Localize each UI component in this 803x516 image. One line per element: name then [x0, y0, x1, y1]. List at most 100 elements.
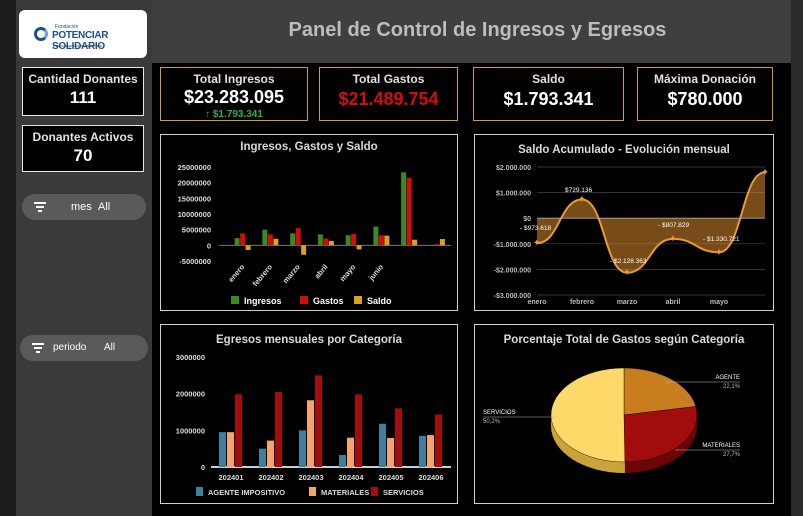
- kpi-maxdon-label: Máxima Donación: [653, 72, 757, 86]
- bar-materiales: [347, 437, 354, 467]
- bar-materiales: [227, 432, 234, 467]
- data-label: - $2.128.363: [610, 258, 647, 265]
- legend-swatch: [196, 487, 203, 496]
- slicer-mes[interactable]: mes All: [22, 194, 146, 220]
- slice-name-label: MATERIALES: [702, 443, 740, 449]
- kpi-gastos-label: Total Gastos: [352, 72, 425, 86]
- logo-icon: [34, 27, 48, 41]
- x-tick-label: junio: [366, 262, 385, 283]
- legend-swatch: [309, 487, 316, 496]
- x-tick-label: mayo: [710, 299, 728, 306]
- x-tick-label: enero: [527, 299, 546, 306]
- y-tick-label: 10000000: [178, 210, 211, 219]
- kpi-total-gastos: Total Gastos $21.489.754: [319, 67, 458, 121]
- x-tick-label: abril: [313, 263, 330, 281]
- chart3-svg: 3000000 2000000 1000000 0 202401 202402 202403…: [176, 353, 451, 497]
- legend-label: Ingresos: [244, 296, 282, 306]
- bar-saldo: [301, 245, 307, 255]
- slicer-mes-value: All: [98, 201, 111, 213]
- y-tick-label: 25000000: [178, 163, 211, 172]
- bar-gastos: [378, 235, 384, 246]
- legend-swatch-saldo: [354, 296, 362, 304]
- y-tick-label: 3000000: [176, 353, 205, 362]
- data-label: $729.136: [565, 187, 592, 194]
- bar-servicios: [355, 394, 362, 467]
- data-label: - $807.829: [658, 222, 689, 229]
- star-marker: ✦: [623, 268, 631, 279]
- logo: Fundación POTENCIAR SOLIDARIO Dar lo sup…: [19, 10, 147, 58]
- bar-ingresos: [262, 229, 268, 246]
- bar-agente-impositivo: [339, 454, 346, 467]
- cantidad-donantes-value: 111: [69, 88, 97, 107]
- y-tick-label: -$3.000.000: [494, 293, 531, 300]
- chart-egresos-categoria: Egresos mensuales por Categoría 3000000 2…: [160, 324, 458, 504]
- x-tick-label: 202403: [298, 473, 323, 482]
- donantes-activos-label: Donantes Activos: [32, 130, 134, 144]
- y-tick-label: 1000000: [176, 426, 205, 435]
- donantes-activos-value: 70: [73, 146, 93, 165]
- chart1-svg: 25000000 20000000 15000000 10000000 5000000 0…: [178, 163, 451, 306]
- bar-ingresos: [401, 172, 407, 246]
- x-tick-label: febrero: [570, 299, 594, 306]
- star-marker: ✦: [669, 234, 677, 245]
- right-strip: [791, 0, 803, 516]
- bar-agente-impositivo: [379, 423, 386, 467]
- x-tick-label: 202404: [338, 473, 364, 482]
- star-marker: ✦: [761, 167, 769, 178]
- bar-saldo: [273, 238, 279, 246]
- slice-pct-label: 22,1%: [723, 384, 741, 390]
- legend-swatch-ingresos: [231, 296, 239, 304]
- bar-gastos: [295, 228, 301, 246]
- y-tick-label: -$2.000.000: [494, 267, 531, 274]
- bar-gastos: [351, 234, 357, 246]
- bar-agente-impositivo: [419, 435, 426, 467]
- slice-pct-label: 27,7%: [723, 452, 741, 458]
- cantidad-donantes-card: Cantidad Donantes 111: [22, 67, 144, 116]
- filter-icon: [32, 343, 44, 353]
- bar-ingresos: [290, 233, 296, 246]
- star-marker: ✦: [578, 195, 586, 206]
- kpi-maxdon-value: $780.000: [667, 89, 743, 109]
- pie-slice-materiales: [623, 406, 698, 463]
- chart-porcentaje-gastos: Porcentaje Total de Gastos según Categor…: [474, 324, 774, 504]
- y-tick-label: $1.000.000: [496, 191, 531, 198]
- bar-servicios: [315, 375, 322, 467]
- kpi-ingresos-delta-value: $1.793.341: [212, 109, 263, 120]
- kpi-saldo-value: $1.793.341: [503, 89, 594, 109]
- bar-ingresos: [345, 235, 351, 246]
- kpi-saldo-label: Saldo: [532, 72, 565, 86]
- chart-saldo-acumulado: Saldo Acumulado - Evolución mensual $2.0…: [474, 134, 774, 311]
- bar-materiales: [267, 440, 274, 467]
- x-tick-label: 202405: [378, 473, 403, 482]
- bar-saldo: [384, 235, 390, 246]
- legend-swatch-gastos: [300, 296, 308, 304]
- x-tick-label: marzo: [617, 299, 638, 306]
- slicer-periodo[interactable]: periodo All: [20, 335, 148, 361]
- data-label: - $973.618: [520, 225, 551, 232]
- bar-materiales: [387, 438, 394, 467]
- bar-servicios: [395, 408, 402, 467]
- bar-gastos: [323, 238, 329, 246]
- bar-agente-impositivo: [219, 432, 226, 467]
- donantes-activos-card: Donantes Activos 70: [22, 125, 144, 172]
- chart4-svg: AGENTE 22,1% MATERIALES 27,7% SERVICIOS 50,2%: [483, 367, 741, 473]
- y-tick-label: -$1.000.000: [494, 242, 531, 249]
- bar-saldo: [245, 245, 251, 251]
- bar-gastos: [434, 244, 440, 246]
- legend-swatch: [371, 487, 378, 496]
- legend-label: MATERIALES: [321, 488, 369, 497]
- logo-main-text: POTENCIAR SOLIDARIO: [52, 30, 109, 52]
- y-tick-label: $2.000.000: [496, 165, 531, 172]
- legend-label: Gastos: [313, 296, 344, 306]
- filter-icon: [34, 202, 46, 212]
- slicer-periodo-value: All: [104, 342, 116, 353]
- page-title: Panel de Control de Ingresos y Egresos: [288, 19, 667, 41]
- bar-servicios: [435, 414, 442, 467]
- star-marker: ✦: [533, 238, 541, 249]
- legend-label: SERVICIOS: [383, 488, 424, 497]
- x-tick-label: marzo: [281, 262, 302, 285]
- bar-ingresos: [373, 226, 379, 246]
- bar-gastos: [240, 233, 246, 246]
- x-tick-label: 202401: [218, 473, 243, 482]
- kpi-ingresos-delta: ↑ $1.793.341: [161, 109, 307, 120]
